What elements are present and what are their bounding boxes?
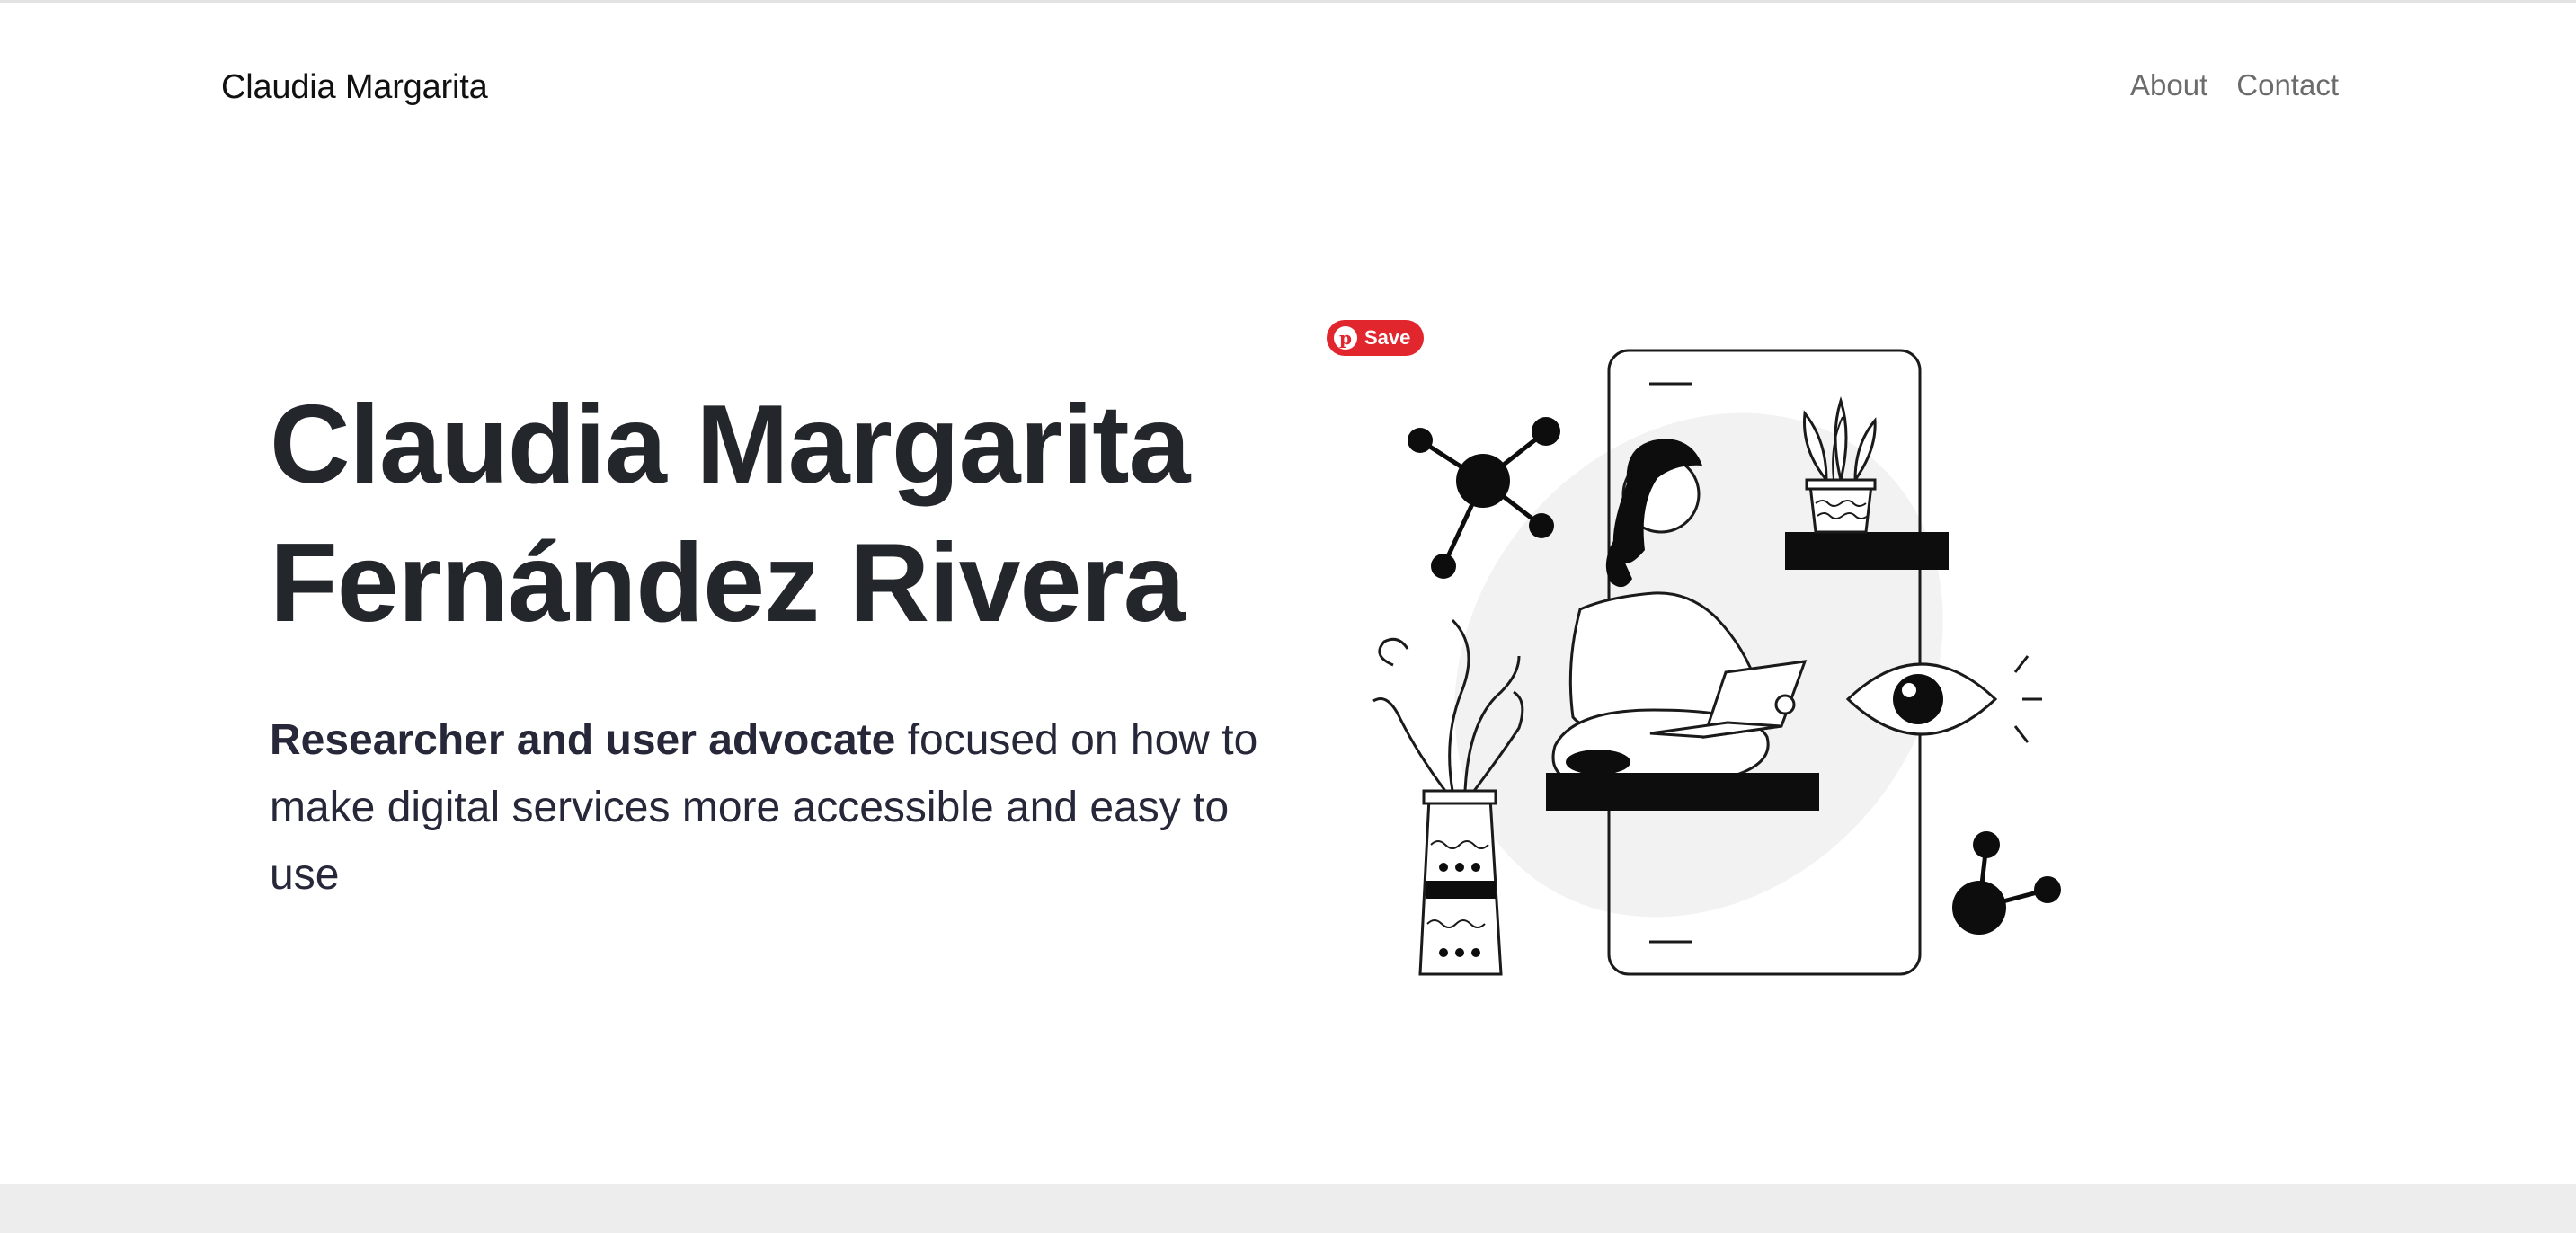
nav-link-contact[interactable]: Contact bbox=[2236, 68, 2339, 102]
hero-title-line-1: Claudia Margarita bbox=[270, 383, 1191, 507]
hero-title: Claudia Margarita Fernández Rivera bbox=[270, 376, 1294, 652]
hero-subtitle: Researcher and user advocate focused on … bbox=[270, 706, 1276, 909]
navbar: Claudia Margarita About Contact bbox=[0, 0, 2576, 180]
pinterest-icon: p bbox=[1334, 326, 1357, 350]
hero-illustration bbox=[1366, 324, 2067, 989]
next-section-band bbox=[0, 1184, 2576, 1233]
woman-with-laptop-illustration bbox=[1372, 349, 2061, 976]
hero-title-line-2: Fernández Rivera bbox=[270, 521, 1186, 645]
nav-links: About Contact bbox=[2130, 68, 2339, 102]
nav-link-about[interactable]: About bbox=[2130, 68, 2207, 102]
hero-subtitle-emphasis: Researcher and user advocate bbox=[270, 716, 896, 764]
pinterest-save-button[interactable]: p Save bbox=[1327, 320, 1424, 356]
brand-link[interactable]: Claudia Margarita bbox=[221, 68, 488, 107]
pinterest-save-label: Save bbox=[1364, 326, 1411, 349]
